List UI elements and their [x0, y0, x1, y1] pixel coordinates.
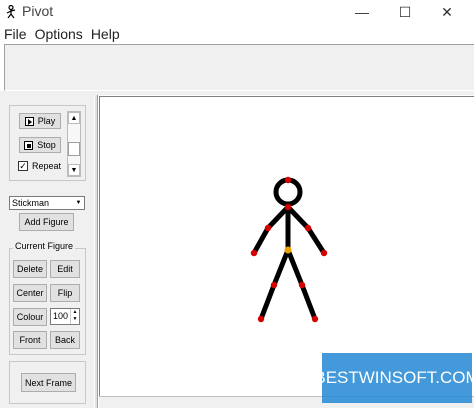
figure-right-lower-arm [305, 225, 327, 256]
figure-type-select[interactable]: Stickman ▼ [9, 196, 85, 210]
joint-hip-center[interactable] [284, 246, 292, 254]
panel-splitter[interactable] [94, 95, 98, 408]
menu-options[interactable]: Options [31, 26, 87, 44]
joint-right-foot[interactable] [311, 315, 319, 323]
animation-canvas[interactable] [99, 96, 474, 396]
repeat-checkbox[interactable]: ✓ [18, 161, 28, 171]
size-spinner[interactable]: 100 ▲ ▼ [50, 308, 80, 325]
minimize-icon[interactable]: — [342, 0, 382, 24]
back-button[interactable]: Back [50, 331, 80, 349]
front-button[interactable]: Front [13, 331, 47, 349]
play-label: Play [37, 116, 56, 126]
control-panel: Play Stop ▲ ▼ ✓ Repeat Stickman ▼ Add Fi… [0, 95, 98, 408]
repeat-option[interactable]: ✓ Repeat [18, 161, 61, 171]
figure-left-shin [258, 282, 277, 322]
stop-label: Stop [37, 140, 56, 150]
stop-icon [24, 140, 34, 150]
figure-head [273, 177, 303, 207]
figure-right-thigh [285, 247, 305, 288]
next-frame-button[interactable]: Next Frame [21, 373, 76, 392]
joint-left-hand[interactable] [250, 249, 258, 257]
joint-right-hand[interactable] [320, 249, 328, 257]
repeat-label: Repeat [32, 161, 62, 171]
colour-button[interactable]: Colour [13, 308, 47, 326]
joint-right-knee[interactable] [298, 281, 306, 289]
title-bar: Pivot — ☐ ✕ [0, 0, 474, 24]
watermark-text: BESTWINSOFT.COM [314, 368, 474, 387]
joint-left-knee[interactable] [270, 281, 278, 289]
spinner-arrows-icon[interactable]: ▲ ▼ [70, 309, 79, 324]
stick-figure[interactable] [100, 97, 474, 397]
close-icon[interactable]: ✕ [427, 0, 467, 24]
chevron-down-icon[interactable]: ▼ [74, 198, 83, 208]
play-button[interactable]: Play [19, 113, 61, 129]
center-button[interactable]: Center [13, 284, 47, 302]
figure-left-upper-arm [265, 204, 291, 231]
menu-bar: File Options Help [0, 26, 124, 44]
current-figure-title: Current Figure [13, 241, 76, 251]
frame-strip[interactable] [4, 44, 474, 91]
pivot-app-icon [6, 5, 16, 19]
scroll-up-icon[interactable]: ▲ [68, 112, 80, 124]
speed-scrollbar[interactable]: ▲ ▼ [67, 111, 81, 177]
scroll-down-icon[interactable]: ▼ [68, 164, 80, 176]
edit-button[interactable]: Edit [50, 260, 80, 278]
menu-help[interactable]: Help [87, 26, 124, 44]
speed-scroll-thumb[interactable] [68, 142, 80, 156]
joint-right-elbow[interactable] [304, 224, 312, 232]
maximize-icon[interactable]: ☐ [385, 0, 425, 24]
figure-type-value: Stickman [12, 198, 50, 208]
watermark-logo: BESTWINSOFT.COM [314, 353, 474, 403]
figure-left-lower-arm [251, 225, 271, 256]
size-value: 100 [53, 311, 69, 321]
joint-left-elbow[interactable] [264, 224, 272, 232]
add-figure-button[interactable]: Add Figure [19, 213, 74, 231]
figure-left-thigh [271, 247, 291, 288]
window-title: Pivot [22, 3, 54, 19]
figure-right-upper-arm [285, 204, 311, 231]
delete-button[interactable]: Delete [13, 260, 47, 278]
stop-button[interactable]: Stop [19, 137, 61, 153]
figure-right-shin [299, 282, 318, 322]
joint-head-top[interactable] [284, 176, 292, 184]
menu-file[interactable]: File [0, 26, 31, 44]
play-icon [24, 116, 34, 126]
joint-neck[interactable] [284, 203, 292, 211]
joint-left-foot[interactable] [257, 315, 265, 323]
flip-button[interactable]: Flip [50, 284, 80, 302]
